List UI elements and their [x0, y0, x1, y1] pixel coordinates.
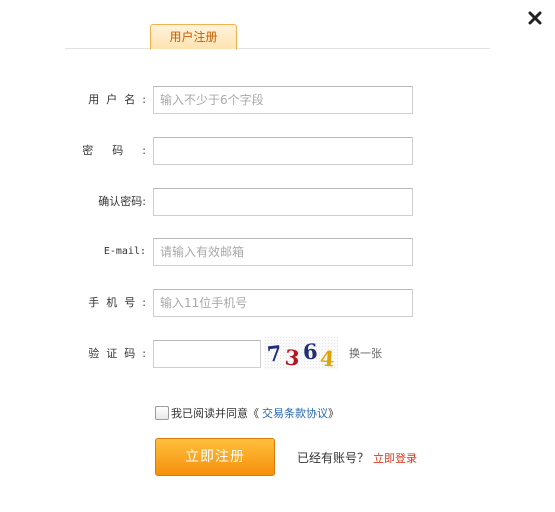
register-dialog: 用户注册 用户名: 密码: 确认密码: E-mail: 手机号: 验证码: 7 … [0, 0, 555, 512]
captcha-input[interactable] [153, 340, 261, 368]
password-label: 密码: [82, 144, 146, 157]
register-button[interactable]: 立即注册 [155, 438, 275, 476]
email-label: E-mail: [103, 246, 146, 257]
captcha-digit: 7 [265, 340, 283, 367]
confirm-password-label: 确认密码: [98, 195, 146, 208]
login-link[interactable]: 立即登录 [373, 452, 417, 465]
agreement-row: 我已阅读并同意《 交易条款协议 》 [155, 405, 339, 421]
tab-divider [65, 48, 490, 49]
terms-link[interactable]: 交易条款协议 [262, 405, 328, 421]
confirm-password-input[interactable] [153, 188, 413, 216]
captcha-digit: 4 [319, 345, 336, 372]
phone-input[interactable] [153, 289, 413, 317]
agree-checkbox[interactable] [155, 406, 169, 420]
close-icon[interactable] [526, 9, 544, 27]
have-account: 已经有账号？ 立即登录 [297, 449, 417, 466]
captcha-digit: 6 [302, 338, 319, 365]
captcha-label: 验证码: [88, 347, 146, 360]
captcha-image[interactable]: 7 3 6 4 [264, 336, 338, 372]
username-input[interactable] [153, 86, 413, 114]
refresh-captcha-link[interactable]: 换一张 [349, 345, 382, 361]
email-input[interactable] [153, 238, 413, 266]
password-input[interactable] [153, 137, 413, 165]
tab-register[interactable]: 用户注册 [150, 24, 237, 50]
username-label: 用户名: [88, 93, 146, 106]
agreement-close-bracket: 》 [328, 407, 339, 420]
have-account-text: 已经有账号？ [297, 451, 370, 465]
close-icon-glyph [528, 11, 542, 25]
agreement-text: 我已阅读并同意《 [171, 407, 259, 420]
captcha-digit: 3 [283, 344, 301, 371]
phone-label: 手机号: [88, 296, 146, 309]
